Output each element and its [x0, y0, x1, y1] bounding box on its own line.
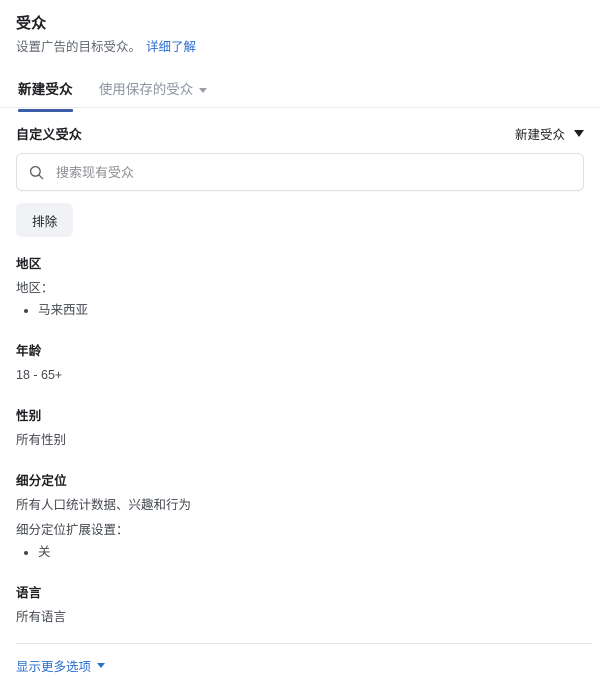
section-age-value: 18 - 65+ — [16, 368, 63, 382]
custom-audience-header: 自定义受众 新建受众 — [16, 124, 584, 143]
show-more-options-label: 显示更多选项 — [16, 660, 92, 674]
audience-search-box[interactable] — [16, 153, 584, 191]
section-location-bullets: 马来西亚 — [16, 300, 584, 320]
panel-header: 受众 设置广告的目标受众。 详细了解 — [0, 0, 600, 56]
section-location: 地区 地区： 马来西亚 — [16, 255, 584, 320]
section-language-title: 语言 — [16, 586, 42, 600]
custom-audience-label: 自定义受众 — [16, 127, 83, 142]
section-location-title: 地区 — [16, 257, 42, 271]
create-audience-dropdown-label: 新建受众 — [514, 128, 565, 142]
section-detailed-targeting-sublabel: 细分定位扩展设置： — [16, 523, 129, 537]
tab-create-audience[interactable]: 新建受众 — [18, 81, 73, 112]
tab-create-audience-label: 新建受众 — [18, 82, 73, 97]
section-language: 语言 所有语言 — [16, 584, 584, 627]
page-title: 受众 — [16, 15, 47, 32]
section-detailed-targeting-bullets: 关 — [16, 542, 584, 562]
audience-search-input[interactable] — [56, 164, 571, 180]
create-audience-dropdown[interactable]: 新建受众 — [515, 124, 584, 143]
tab-use-saved-audience[interactable]: 使用保存的受众 — [99, 81, 208, 101]
section-gender-title: 性别 — [16, 409, 42, 423]
panel-content: 自定义受众 新建受众 排除 地区 地区： 马来西亚 年龄 — [0, 124, 600, 676]
subtitle-text: 设置广告的目标受众。 — [16, 40, 142, 54]
search-icon — [29, 165, 44, 179]
audience-panel: 受众 设置广告的目标受众。 详细了解 新建受众 使用保存的受众 自定义受众 新建… — [0, 0, 600, 698]
chevron-down-icon — [199, 87, 208, 93]
section-gender-value: 所有性别 — [16, 433, 67, 447]
page-subtitle: 设置广告的目标受众。 详细了解 — [16, 38, 584, 56]
section-detailed-targeting: 细分定位 所有人口统计数据、兴趣和行为 细分定位扩展设置： 关 — [16, 472, 584, 562]
section-age-title: 年龄 — [16, 344, 42, 358]
tab-bar: 新建受众 使用保存的受众 — [0, 76, 600, 112]
chevron-down-icon — [574, 130, 584, 137]
section-gender: 性别 所有性别 — [16, 407, 584, 450]
section-age: 年龄 18 - 65+ — [16, 342, 584, 385]
list-item: 关 — [38, 542, 584, 562]
list-item: 马来西亚 — [38, 300, 584, 320]
tab-use-saved-audience-label: 使用保存的受众 — [98, 82, 194, 97]
footer-divider — [16, 643, 592, 644]
section-language-value: 所有语言 — [16, 610, 67, 624]
learn-more-link[interactable]: 详细了解 — [146, 38, 196, 56]
section-detailed-targeting-title: 细分定位 — [16, 474, 67, 488]
chevron-down-icon — [97, 663, 106, 668]
show-more-options-link[interactable]: 显示更多选项 — [16, 656, 106, 675]
section-detailed-targeting-value: 所有人口统计数据、兴趣和行为 — [16, 498, 192, 512]
section-location-sublabel: 地区： — [16, 281, 54, 295]
exclude-button[interactable]: 排除 — [16, 203, 74, 237]
